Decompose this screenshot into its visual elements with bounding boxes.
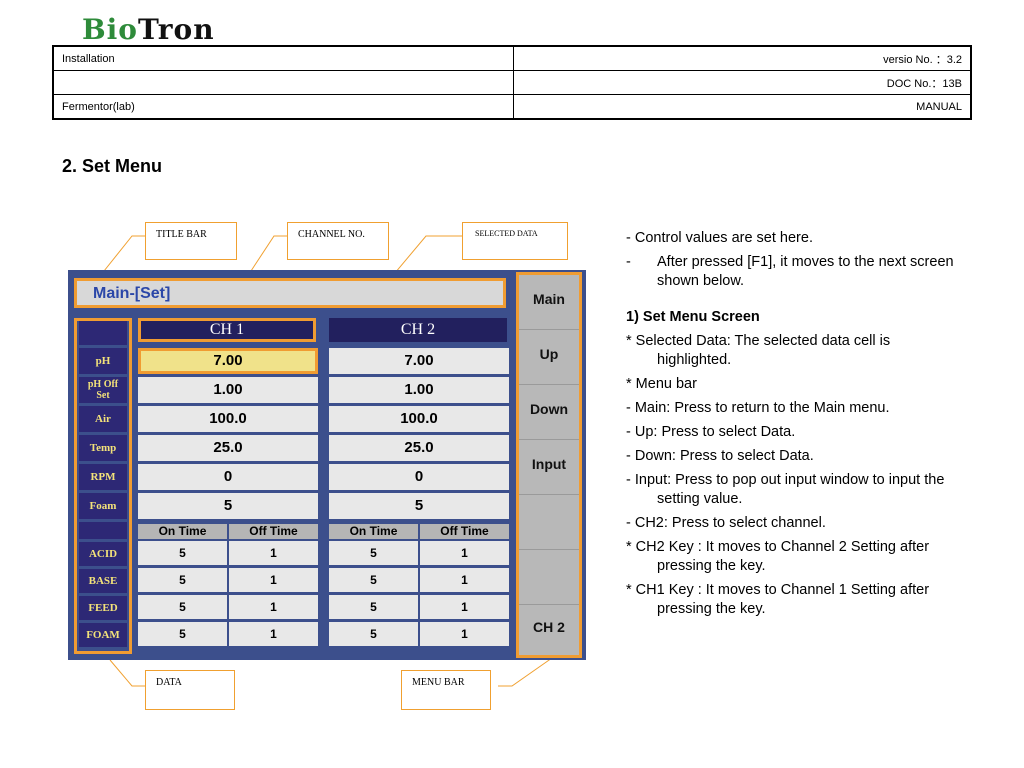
row-label-feed: FEED: [79, 596, 127, 620]
note-ch2-key: * CH2 Key : It moves to Channel 2 Settin…: [626, 539, 930, 574]
row-label-base: BASE: [79, 569, 127, 593]
callout-selected-data: SELECTED DATA: [462, 222, 568, 260]
ch2-air-value[interactable]: 100.0: [329, 406, 509, 432]
note-dash: -: [626, 254, 631, 270]
ch1-temp-value[interactable]: 25.0: [138, 435, 318, 461]
ch2-acid-on[interactable]: 5: [329, 541, 418, 565]
note-ch2: - CH2: Press to select channel.: [626, 515, 826, 531]
ch2-foam-on[interactable]: 5: [329, 622, 418, 646]
note-down: - Down: Press to select Data.: [626, 448, 814, 464]
row-label-ph: pH: [79, 348, 127, 374]
row-label-column: pH pH Off Set Air Temp RPM Foam ACID BAS…: [74, 318, 132, 654]
set-menu-screen: Main-[Set] pH pH Off Set Air Temp RPM Fo…: [68, 270, 586, 660]
note-after-f1-text: After pressed [F1], it moves to the next…: [657, 254, 954, 289]
row-label-foam: Foam: [79, 493, 127, 519]
ch2-button[interactable]: CH 2: [519, 605, 579, 659]
note-after-f1: - After pressed [F1], it moves to the nex…: [626, 253, 966, 291]
note-up: - Up: Press to select Data.: [626, 424, 796, 440]
ch2-base-off[interactable]: 1: [420, 568, 509, 592]
ch2-feed-off[interactable]: 1: [420, 595, 509, 619]
ch2-base-on[interactable]: 5: [329, 568, 418, 592]
ch2-acid-off[interactable]: 1: [420, 541, 509, 565]
note-main: - Main: Press to return to the Main menu…: [626, 400, 890, 416]
row-label-temp: Temp: [79, 435, 127, 461]
description-notes: - Control values are set here. - After pr…: [626, 229, 966, 624]
ch2-foam-off[interactable]: 1: [420, 622, 509, 646]
row-label-blank-2: [79, 522, 127, 539]
main-button[interactable]: Main: [519, 275, 579, 330]
ch2-on-time-header: On Time: [329, 524, 418, 539]
callout-data: DATA: [145, 670, 235, 710]
screen-title: Main-[Set]: [93, 285, 171, 302]
channel-1-column: CH 1 7.00 1.00 100.0 25.0 0 5 On Time Of…: [136, 318, 320, 653]
down-button[interactable]: Down: [519, 385, 579, 440]
ch1-off-time-header: Off Time: [229, 524, 318, 539]
input-button[interactable]: Input: [519, 440, 579, 495]
ch1-acid-off[interactable]: 1: [229, 541, 318, 565]
ch1-ph-value[interactable]: 7.00: [138, 348, 318, 374]
channel-2-column: CH 2 7.00 1.00 100.0 25.0 0 5 On Time Of…: [327, 318, 511, 653]
note-menu-bar: * Menu bar: [626, 376, 697, 392]
main-button-label: Main: [533, 291, 565, 307]
ch2-ph-value[interactable]: 7.00: [329, 348, 509, 374]
ch2-button-label: CH 2: [533, 619, 565, 635]
up-button-label: Up: [539, 346, 559, 362]
row-label-blank: [79, 321, 127, 345]
ch1-acid-on[interactable]: 5: [138, 541, 227, 565]
callout-title-bar: TITLE BAR: [145, 222, 237, 260]
screen-title-bar: Main-[Set]: [74, 278, 506, 308]
down-button-label: Down: [529, 401, 569, 417]
ch2-foam-value[interactable]: 5: [329, 493, 509, 519]
ch1-foam-off[interactable]: 1: [229, 622, 318, 646]
ch1-on-time-header: On Time: [138, 524, 227, 539]
channel-2-header[interactable]: CH 2: [329, 318, 507, 342]
note-input: - Input: Press to pop out input window t…: [626, 472, 945, 507]
blank-button-2[interactable]: [519, 550, 579, 605]
note-selected-data: * Selected Data: The selected data cell …: [626, 333, 891, 368]
row-label-foam-timer: FOAM: [79, 623, 127, 647]
ch1-foam-value[interactable]: 5: [138, 493, 318, 519]
row-label-air: Air: [79, 406, 127, 432]
note-heading-set-menu: 1) Set Menu Screen: [626, 309, 760, 325]
ch1-feed-off[interactable]: 1: [229, 595, 318, 619]
callout-menu-bar: MENU BAR: [401, 670, 491, 710]
channel-1-header[interactable]: CH 1: [138, 318, 316, 342]
ch1-base-on[interactable]: 5: [138, 568, 227, 592]
blank-button-1[interactable]: [519, 495, 579, 550]
ch1-ph-offset-value[interactable]: 1.00: [138, 377, 318, 403]
menu-bar: Main Up Down Input CH 2: [516, 272, 582, 658]
input-button-label: Input: [531, 456, 567, 472]
ch2-temp-value[interactable]: 25.0: [329, 435, 509, 461]
ch1-foam-on[interactable]: 5: [138, 622, 227, 646]
row-label-ph-offset: pH Off Set: [79, 377, 127, 403]
note-control-values: - Control values are set here.: [626, 230, 813, 246]
note-ch1-key: * CH1 Key : It moves to Channel 1 Settin…: [626, 582, 930, 617]
up-button[interactable]: Up: [519, 330, 579, 385]
row-label-acid: ACID: [79, 542, 127, 566]
ch2-ph-offset-value[interactable]: 1.00: [329, 377, 509, 403]
ch1-air-value[interactable]: 100.0: [138, 406, 318, 432]
callout-channel-no: CHANNEL NO.: [287, 222, 389, 260]
ch1-feed-on[interactable]: 5: [138, 595, 227, 619]
ch2-rpm-value[interactable]: 0: [329, 464, 509, 490]
ch1-rpm-value[interactable]: 0: [138, 464, 318, 490]
ch2-feed-on[interactable]: 5: [329, 595, 418, 619]
ch1-base-off[interactable]: 1: [229, 568, 318, 592]
row-label-rpm: RPM: [79, 464, 127, 490]
ch2-off-time-header: Off Time: [420, 524, 509, 539]
